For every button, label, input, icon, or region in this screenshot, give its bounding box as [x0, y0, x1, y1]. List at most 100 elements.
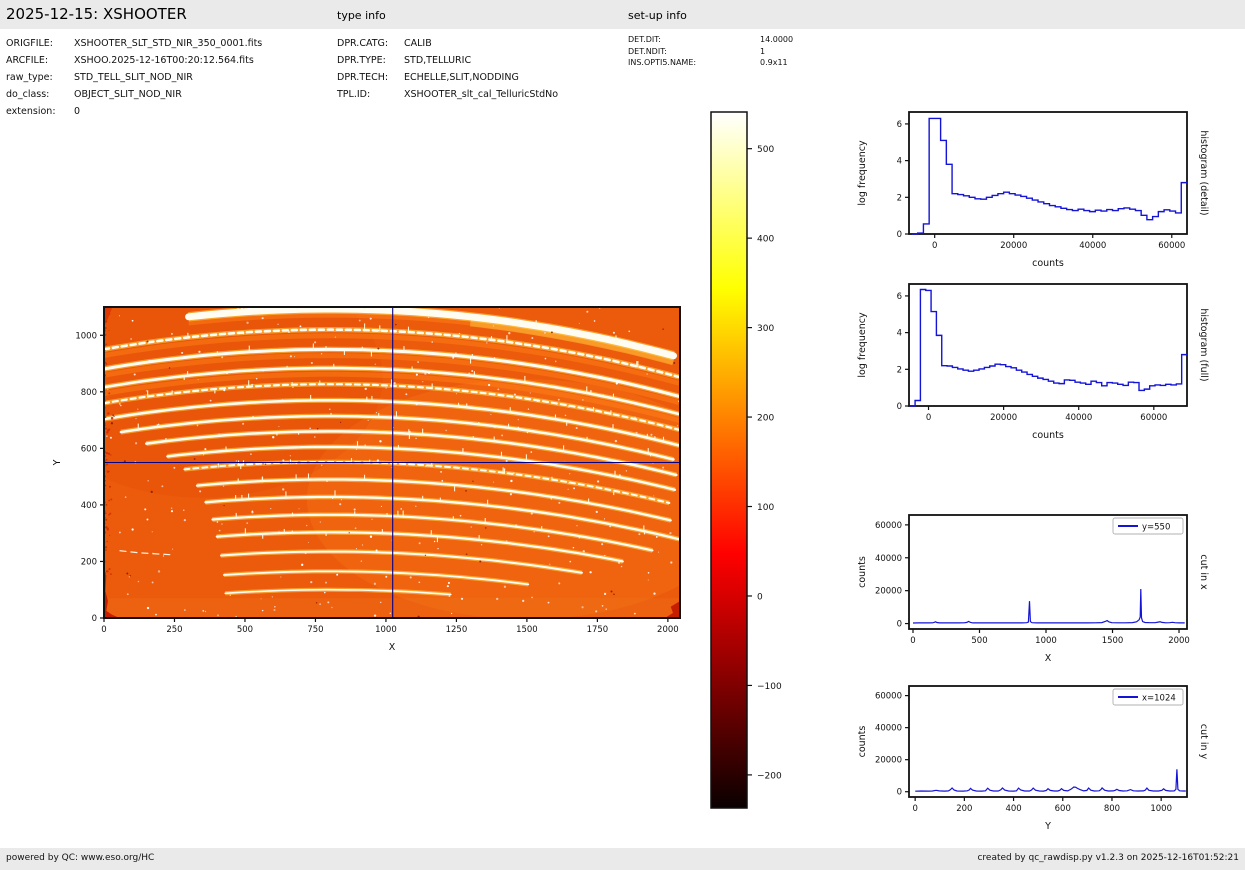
- file-info-row: ORIGFILE:XSHOOTER_SLT_STD_NIR_350_0001.f…: [6, 35, 262, 52]
- svg-text:600: 600: [81, 444, 97, 454]
- histogram-curve: [910, 290, 1187, 406]
- field-label: DPR.TYPE:: [337, 52, 404, 69]
- field-value: XSHOOTER_slt_cal_TelluricStdNo: [404, 89, 558, 100]
- right-side-label: cut in x: [1198, 554, 1209, 590]
- svg-text:40000: 40000: [1079, 241, 1106, 251]
- page-title: 2025-12-15: XSHOOTER: [6, 5, 187, 23]
- svg-text:250: 250: [166, 625, 182, 635]
- field-value: ECHELLE,SLIT,NODDING: [404, 72, 519, 83]
- svg-text:0: 0: [897, 402, 902, 412]
- x-axis-label: X: [1045, 653, 1052, 664]
- cut-in-x-plot: 05001000150020000200004000060000Xcountsc…: [845, 498, 1245, 680]
- histogram-curve: [912, 118, 1187, 234]
- legend-label: y=550: [1142, 523, 1170, 533]
- right-side-label: cut in y: [1198, 724, 1209, 760]
- cut-in-y-plot: 020040060080010000200004000060000Ycounts…: [845, 669, 1245, 837]
- y-axis-label: counts: [857, 556, 868, 588]
- type-info-row: DPR.TYPE:STD,TELLURIC: [337, 52, 558, 69]
- svg-text:40000: 40000: [875, 554, 902, 564]
- x-axis-label: counts: [1032, 430, 1064, 441]
- svg-text:1250: 1250: [446, 625, 468, 635]
- svg-text:1500: 1500: [516, 625, 538, 635]
- file-info-row: do_class:OBJECT_SLIT_NOD_NIR: [6, 86, 262, 103]
- field-label: ORIGFILE:: [6, 35, 74, 52]
- svg-text:0: 0: [757, 592, 763, 602]
- x-axis-label: Y: [1044, 821, 1051, 832]
- colorbar-gradient: [711, 112, 747, 808]
- svg-text:6: 6: [897, 292, 902, 302]
- field-value: CALIB: [404, 38, 432, 49]
- setup-info-block: DET.DIT:14.0000 DET.NDIT:1 INS.OPTI5.NAM…: [628, 34, 793, 69]
- svg-text:1000: 1000: [1150, 804, 1172, 814]
- field-label: do_class:: [6, 86, 74, 103]
- svg-text:100: 100: [757, 503, 774, 513]
- colorbar: −200−1000100200300400500: [700, 100, 818, 816]
- svg-text:20000: 20000: [1000, 241, 1027, 251]
- y-axis-label: log frequency: [857, 312, 868, 378]
- field-value: XSHOO.2025-12-16T00:20:12.564.fits: [74, 55, 254, 66]
- section-title-setup-info: set-up info: [628, 9, 687, 22]
- svg-text:0: 0: [897, 230, 902, 240]
- y-axis-label: log frequency: [857, 140, 868, 206]
- file-info-block: ORIGFILE:XSHOOTER_SLT_STD_NIR_350_0001.f…: [6, 35, 262, 120]
- legend: x=1024: [1113, 689, 1183, 705]
- svg-text:60000: 60000: [875, 692, 902, 702]
- svg-text:800: 800: [81, 388, 97, 398]
- x-axis-label: X: [389, 642, 396, 653]
- type-info-block: DPR.CATG:CALIB DPR.TYPE:STD,TELLURIC DPR…: [337, 35, 558, 103]
- svg-text:400: 400: [1005, 804, 1021, 814]
- svg-text:60000: 60000: [1140, 413, 1167, 423]
- svg-text:0: 0: [926, 413, 931, 423]
- type-info-row: TPL.ID:XSHOOTER_slt_cal_TelluricStdNo: [337, 86, 558, 103]
- svg-text:500: 500: [237, 625, 253, 635]
- raw-frame-image: [23, 258, 747, 620]
- svg-text:0: 0: [897, 620, 902, 630]
- svg-text:20000: 20000: [875, 756, 902, 766]
- field-value: 0: [74, 106, 80, 117]
- setup-info-row: DET.NDIT:1: [628, 46, 793, 58]
- footer-band: powered by QC: www.eso.org/HC created by…: [0, 848, 1245, 870]
- field-value: 0.9x11: [760, 58, 788, 67]
- field-label: extension:: [6, 103, 74, 120]
- svg-text:1000: 1000: [1035, 636, 1057, 646]
- file-info-row: extension:0: [6, 103, 262, 120]
- svg-text:60000: 60000: [875, 521, 902, 531]
- svg-text:20000: 20000: [875, 587, 902, 597]
- svg-text:0: 0: [912, 804, 917, 814]
- svg-text:2: 2: [897, 193, 902, 203]
- type-info-row: DPR.CATG:CALIB: [337, 35, 558, 52]
- svg-text:40000: 40000: [1065, 413, 1092, 423]
- svg-text:200: 200: [757, 414, 774, 424]
- raw-frame-plot: 0250500750100012501500175020000200400600…: [40, 295, 700, 663]
- right-side-label: histogram (full): [1198, 308, 1209, 381]
- svg-text:2: 2: [897, 365, 902, 375]
- svg-text:0: 0: [92, 614, 97, 624]
- field-label: raw_type:: [6, 69, 74, 86]
- svg-text:40000: 40000: [875, 724, 902, 734]
- svg-text:60000: 60000: [1158, 241, 1185, 251]
- field-value: STD,TELLURIC: [404, 55, 471, 66]
- y-axis-label: counts: [857, 726, 868, 758]
- svg-text:−200: −200: [757, 771, 782, 781]
- field-label: INS.OPTI5.NAME:: [628, 57, 760, 69]
- svg-text:1000: 1000: [75, 331, 97, 341]
- field-value: XSHOOTER_SLT_STD_NIR_350_0001.fits: [74, 38, 262, 49]
- footer-powered-by: powered by QC: www.eso.org/HC: [6, 853, 154, 863]
- histogram-detail-plot: 02000040000600000246countslog frequencyh…: [845, 95, 1245, 281]
- axes-frame: [909, 284, 1187, 406]
- field-label: DET.NDIT:: [628, 46, 760, 58]
- svg-text:0: 0: [910, 636, 915, 646]
- svg-text:2000: 2000: [657, 625, 679, 635]
- y-axis-label: Y: [52, 459, 63, 466]
- svg-text:400: 400: [757, 235, 774, 245]
- field-label: TPL.ID:: [337, 86, 404, 103]
- svg-text:200: 200: [81, 557, 97, 567]
- field-value: STD_TELL_SLIT_NOD_NIR: [74, 72, 193, 83]
- svg-text:1000: 1000: [375, 625, 397, 635]
- svg-text:400: 400: [81, 501, 97, 511]
- header-band: 2025-12-15: XSHOOTER type info set-up in…: [0, 0, 1245, 29]
- histogram-full-plot: 02000040000600000246countslog frequencyh…: [845, 267, 1245, 453]
- svg-text:300: 300: [757, 324, 774, 334]
- field-label: DPR.TECH:: [337, 69, 404, 86]
- cut-curve: [913, 589, 1185, 623]
